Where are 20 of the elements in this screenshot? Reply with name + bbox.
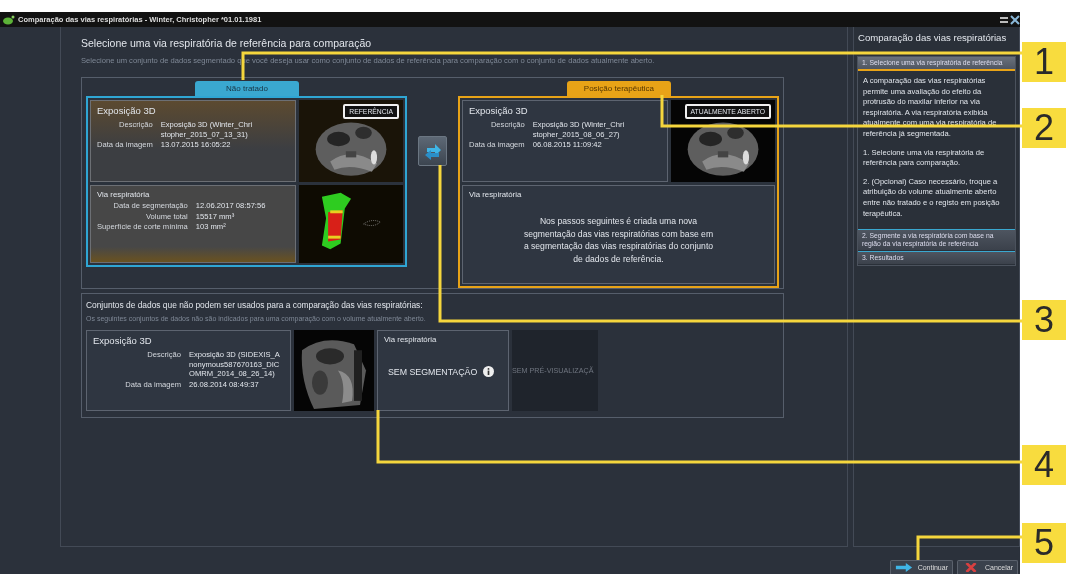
- callout-number: 5: [1022, 523, 1066, 563]
- dataset-card[interactable]: [457, 96, 779, 288]
- exposure-title: Exposição 3D: [97, 105, 157, 116]
- section-heading: Conjuntos de dados que não podem ser usados para a comparação das vias respiratórias:: [86, 299, 424, 311]
- info-icon[interactable]: [483, 366, 495, 377]
- segmentation-status: SEM SEGMENTAÇÃO: [388, 366, 478, 377]
- window-controls-icon[interactable]: [1000, 14, 1020, 25]
- sidebar-title: Comparação das vias respiratórias: [857, 31, 1008, 45]
- exposure-title: Exposição 3D: [468, 105, 529, 116]
- dataset-card[interactable]: [86, 96, 408, 267]
- heading: Selecione uma via respiratória de referência para comparação: [81, 37, 373, 50]
- callout-number: 2: [1022, 108, 1066, 148]
- airway-message: Nos passos seguintes é criada uma nova segmentação das vias respiratórias com base em a segmentação das vias respiratórias do conjunto de dados de referência.: [523, 215, 714, 265]
- callout-number: 1: [1022, 42, 1066, 82]
- callout-number: 3: [1022, 300, 1066, 340]
- exposure-title: Exposição 3D: [93, 335, 153, 346]
- app-icon: [3, 14, 15, 25]
- swap-button[interactable]: [418, 136, 447, 166]
- callout-number: 4: [1022, 445, 1066, 485]
- arrow-icon: [894, 563, 913, 572]
